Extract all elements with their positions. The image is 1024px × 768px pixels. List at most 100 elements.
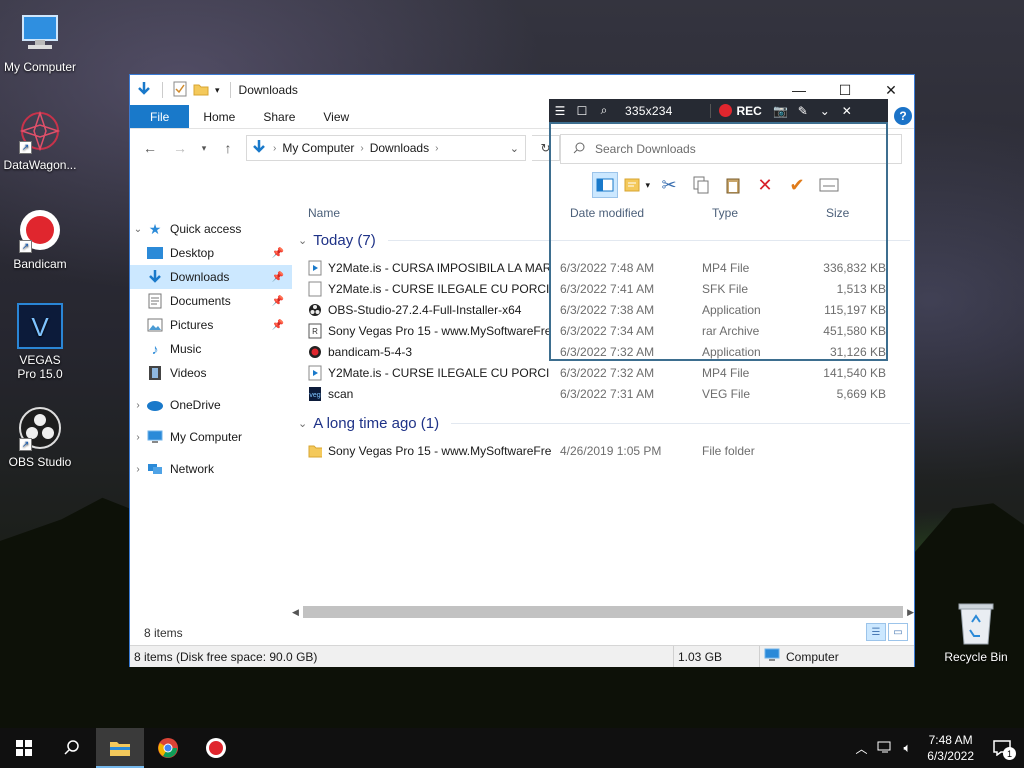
sidebar-item-network[interactable]: › Network [130, 457, 292, 481]
desktop-icon-label: DataWagon... [3, 158, 77, 172]
desktop-icon-datawagon[interactable]: ↗ DataWagon... [0, 108, 80, 172]
sidebar-item-downloads[interactable]: Downloads 📌 [130, 265, 292, 289]
large-icons-view-button[interactable]: ▭ [888, 623, 908, 641]
recent-locations-button[interactable]: ▾ [198, 136, 210, 160]
windows-logo-icon [16, 740, 32, 756]
chevron-right-icon[interactable]: › [130, 400, 146, 411]
file-name: scan [328, 386, 354, 401]
sidebar-item-videos[interactable]: Videos [130, 361, 292, 385]
search-button[interactable] [48, 728, 96, 768]
horizontal-scrollbar[interactable]: ◀ ▶ [292, 603, 914, 621]
sidebar-item-onedrive[interactable]: › OneDrive [130, 393, 292, 417]
chevron-down-icon[interactable]: ⌄ [298, 234, 307, 247]
video-file-icon [308, 260, 322, 276]
close-icon[interactable]: ✕ [836, 99, 858, 122]
folder-icon [308, 443, 322, 459]
tab-share[interactable]: Share [249, 105, 309, 128]
file-name: bandicam-5-4-3 [328, 344, 413, 359]
scroll-right-icon[interactable]: ▶ [907, 607, 914, 618]
sidebar-item-desktop[interactable]: Desktop 📌 [130, 241, 292, 265]
back-button[interactable]: ← [138, 136, 162, 160]
desktop-icon-bandicam[interactable]: ↗ Bandicam [0, 207, 80, 271]
sidebar-item-label: Pictures [170, 318, 214, 332]
file-type: File folder [702, 443, 755, 458]
rar-archive-icon: R [308, 323, 322, 339]
item-count: 8 items [144, 626, 183, 640]
clock[interactable]: 7:48 AM 6/3/2022 [921, 732, 980, 764]
desktop-folder-icon [146, 245, 164, 261]
chevron-down-icon[interactable]: ⌄ [298, 417, 307, 430]
forward-button[interactable]: → [168, 136, 192, 160]
tab-view[interactable]: View [309, 105, 363, 128]
desktop-icon-obs-studio[interactable]: ↗ OBS Studio [0, 405, 80, 469]
documents-folder-icon [146, 293, 164, 309]
chevron-right-icon[interactable]: › [130, 464, 146, 475]
desktop-icon-label: VEGAS Pro 15.0 [17, 353, 63, 381]
location-label: Computer [786, 649, 839, 664]
area-select-icon[interactable]: ⌕ [593, 99, 615, 122]
help-icon[interactable]: ? [894, 107, 912, 125]
breadcrumb-downloads[interactable]: Downloads [370, 141, 429, 155]
pencil-icon[interactable]: ✎ [792, 99, 814, 122]
taskbar-file-explorer[interactable] [96, 728, 144, 768]
action-center-button[interactable]: 1 [990, 736, 1016, 760]
recycle-bin-icon [956, 600, 996, 646]
breadcrumb-my-computer[interactable]: My Computer [282, 141, 354, 155]
tab-home[interactable]: Home [189, 105, 249, 128]
qat-dropdown-icon[interactable]: ▾ [215, 85, 220, 96]
sidebar-item-quick-access[interactable]: ⌄ ★ Quick access [130, 217, 292, 241]
address-history-chevron-icon[interactable]: ⌄ [510, 142, 519, 155]
taskbar-bandicam[interactable] [192, 728, 240, 768]
network-icon [146, 461, 164, 477]
desktop-icon-vegas-pro[interactable]: V VEGAS Pro 15.0 [0, 303, 80, 381]
fullscreen-mode-icon[interactable]: ☐ [571, 99, 593, 122]
menu-icon[interactable]: ☰ [549, 99, 571, 122]
capture-resolution[interactable]: 335x234 [615, 104, 682, 118]
address-bar[interactable]: › My Computer › Downloads › ⌄ [246, 135, 526, 161]
svg-text:R: R [312, 327, 318, 336]
shortcut-arrow-icon: ↗ [19, 438, 32, 451]
network-icon[interactable] [877, 740, 893, 757]
details-view-button[interactable]: ☰ [866, 623, 886, 641]
sidebar-item-my-computer[interactable]: › My Computer [130, 425, 292, 449]
chevron-right-icon[interactable]: › [130, 432, 146, 443]
desktop-icon-my-computer[interactable]: My Computer [0, 10, 80, 74]
collapse-icon[interactable]: ⌄ [814, 99, 836, 122]
rec-label: REC [736, 103, 762, 118]
file-name: Sony Vegas Pro 15 - www.MySoftwareFre... [328, 323, 552, 338]
show-hidden-icons-icon[interactable]: ︿ [855, 740, 867, 757]
downloads-folder-icon [146, 269, 164, 285]
file-row[interactable]: veg scan 6/3/2022 7:31 AM VEG File 5,669 KB [296, 383, 910, 404]
group-header[interactable]: ⌄ A long time ago (1) [298, 410, 910, 436]
up-button[interactable]: ↑ [216, 136, 240, 160]
start-button[interactable] [0, 728, 48, 768]
file-name-cell: R Sony Vegas Pro 15 - www.MySoftwareFre..… [296, 323, 552, 339]
scrollbar-thumb[interactable] [302, 606, 904, 618]
desktop-icon-label: Recycle Bin [944, 650, 1008, 664]
taskbar-chrome[interactable] [144, 728, 192, 768]
quick-access-toolbar: ▾ [136, 81, 235, 100]
sidebar-item-pictures[interactable]: Pictures 📌 [130, 313, 292, 337]
computer-icon [146, 429, 164, 445]
new-folder-icon[interactable] [193, 82, 209, 99]
rec-button[interactable]: REC [711, 104, 769, 118]
chevron-down-icon[interactable]: ⌄ [130, 224, 146, 235]
sidebar-item-documents[interactable]: Documents 📌 [130, 289, 292, 313]
desktop-icon-recycle-bin[interactable]: Recycle Bin [936, 600, 1016, 664]
volume-icon[interactable]: 🔈︎ [903, 740, 911, 756]
scroll-left-icon[interactable]: ◀ [292, 607, 299, 618]
bandicam-capture-frame[interactable] [549, 122, 888, 361]
column-header-name[interactable]: Name [296, 206, 562, 220]
sidebar-item-label: Music [170, 342, 202, 356]
video-file-icon [308, 365, 322, 381]
navigation-pane: ⌄ ★ Quick access Desktop 📌 Downloads 📌 D… [130, 199, 292, 619]
properties-icon[interactable] [173, 81, 187, 100]
breadcrumb-separator-icon: › [360, 142, 364, 154]
tab-file[interactable]: File [130, 105, 190, 128]
taskbar: ︿ 🔈︎ 7:48 AM 6/3/2022 1 [0, 728, 1024, 768]
camera-icon[interactable]: 📷 [770, 99, 792, 122]
file-row[interactable]: Sony Vegas Pro 15 - www.MySoftwareFre...… [296, 440, 910, 461]
file-row[interactable]: Y2Mate.is - CURSE ILEGALE CU PORCI A... 6… [296, 362, 910, 383]
sidebar-item-music[interactable]: ♪ Music [130, 337, 292, 361]
file-name-cell: bandicam-5-4-3 [296, 344, 552, 360]
